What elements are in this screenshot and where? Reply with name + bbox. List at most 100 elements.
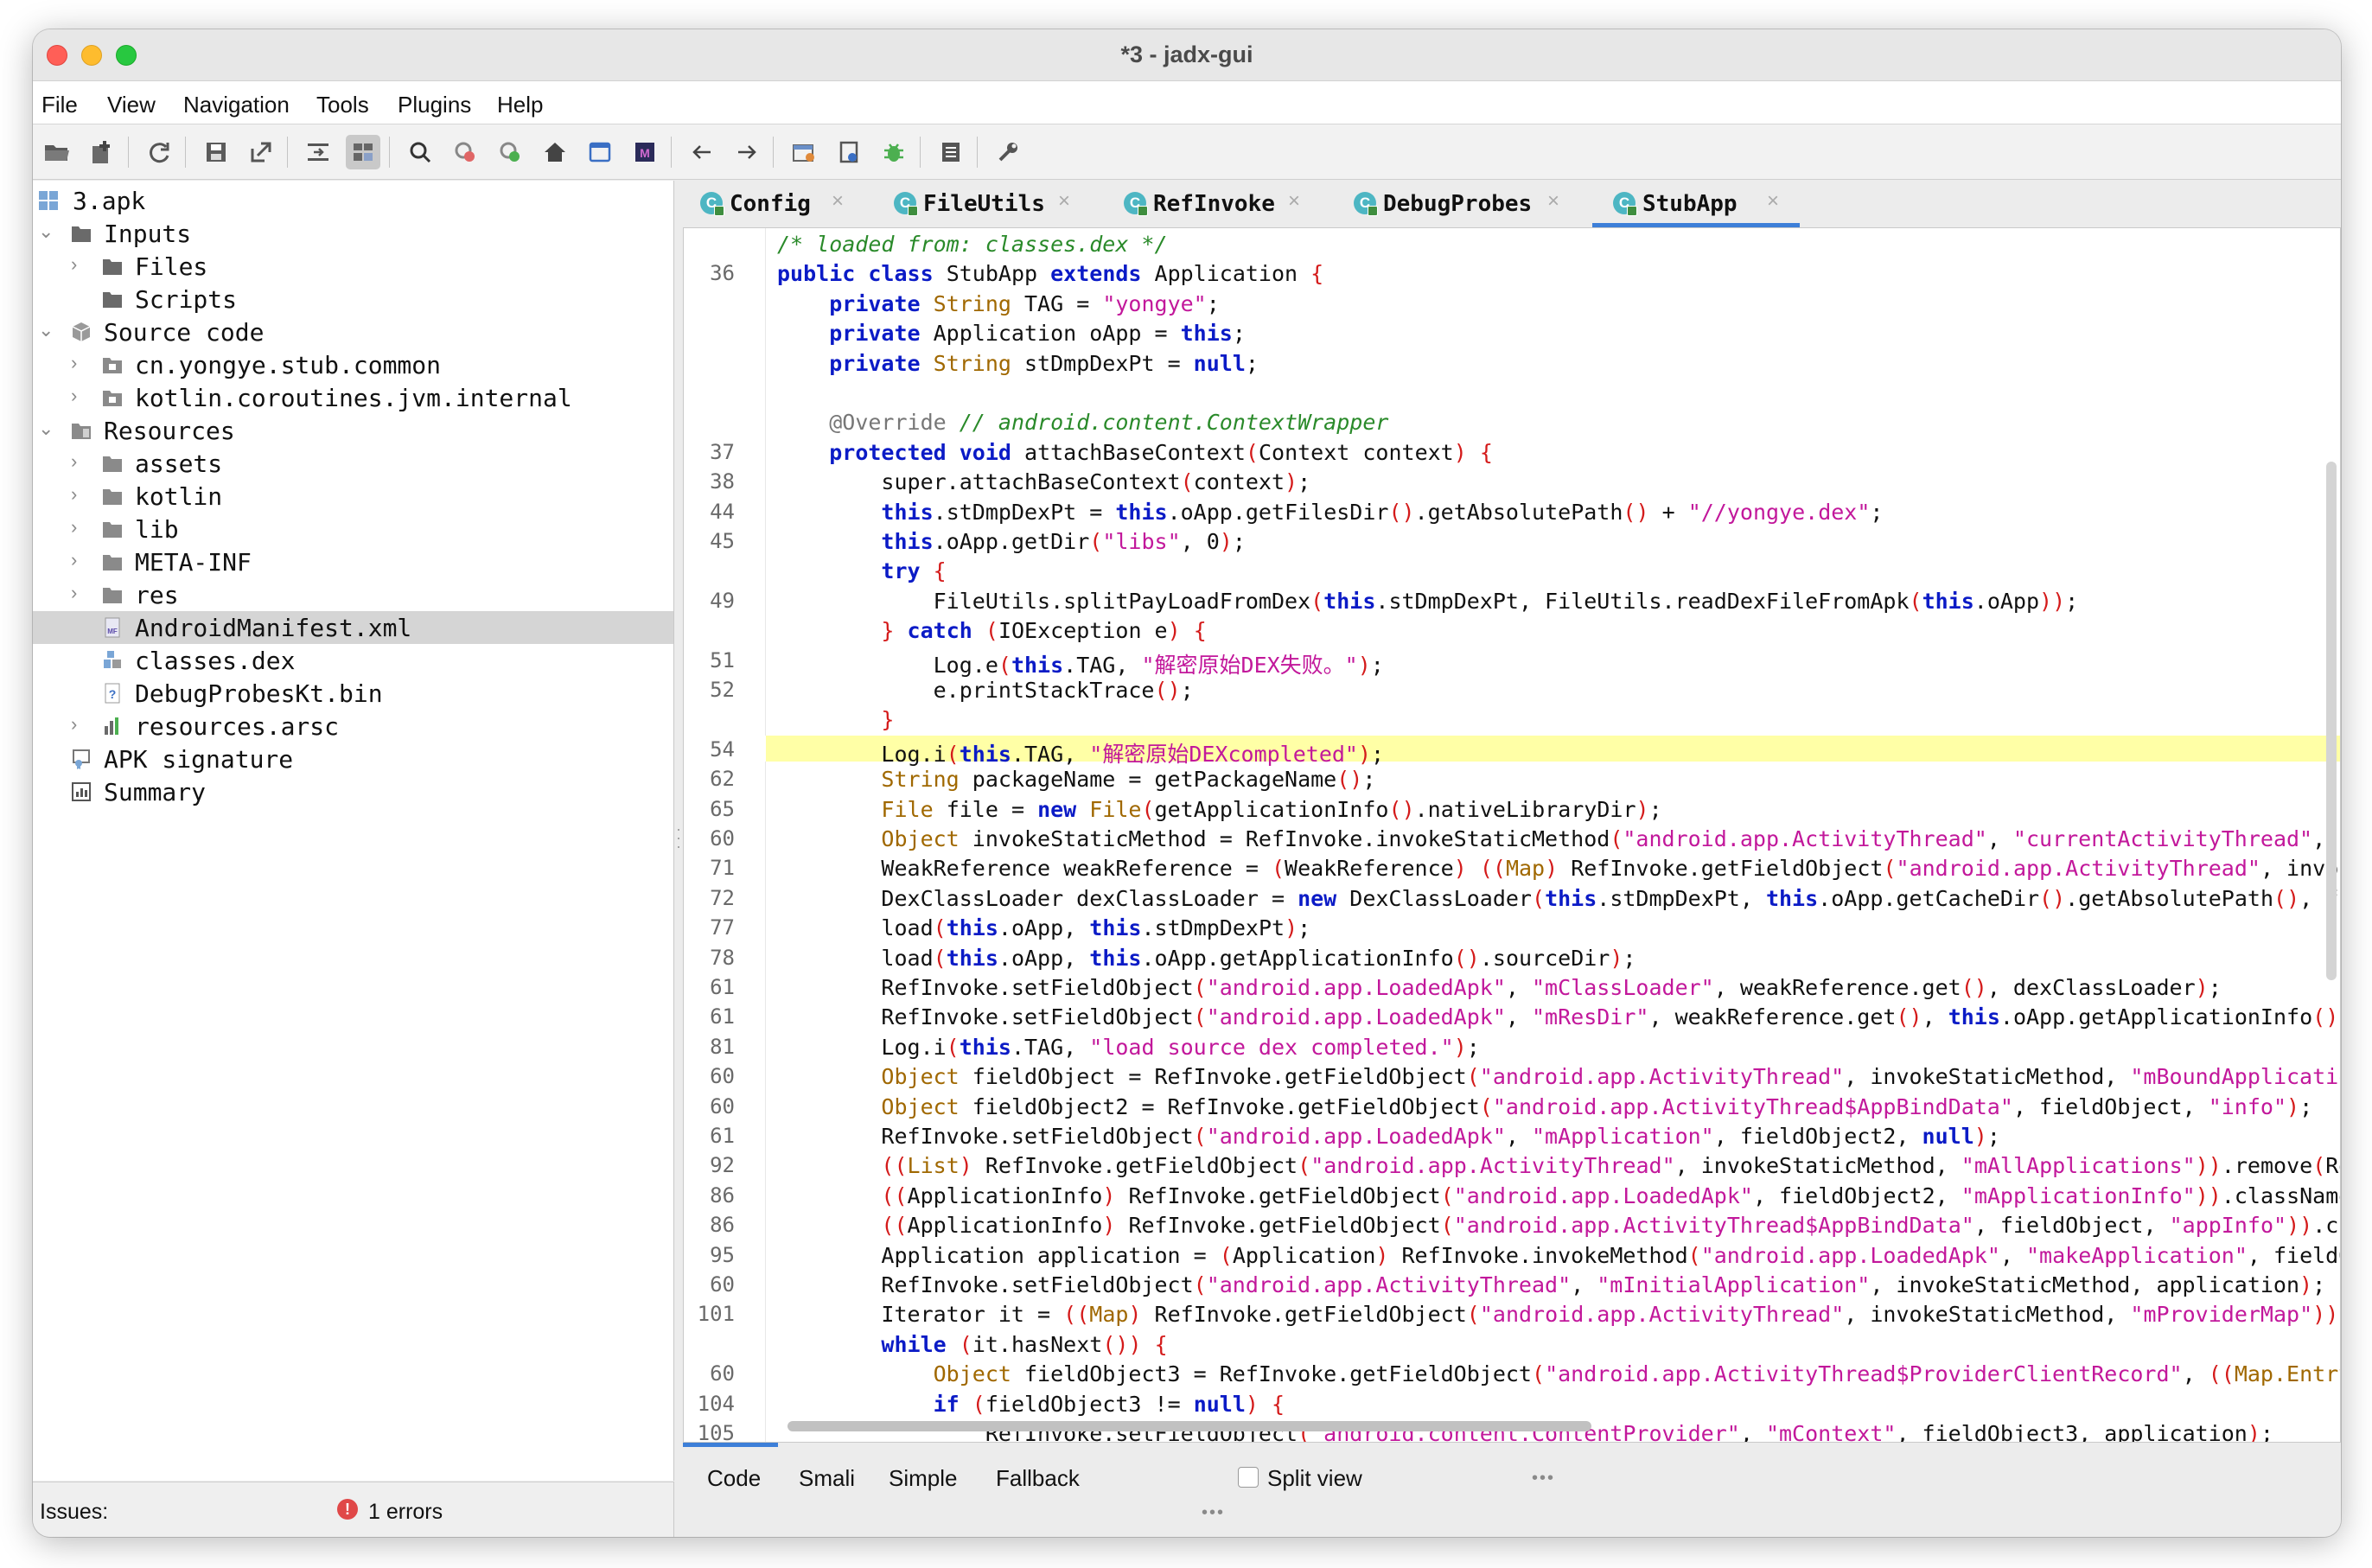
code-line[interactable]: 60 Object fieldObject3 = RefInvoke.getFi… bbox=[684, 1360, 2340, 1386]
tree-node-debugprobes[interactable]: ? DebugProbesKt.bin bbox=[33, 677, 673, 710]
tree-node-scripts[interactable]: Scripts bbox=[33, 283, 673, 316]
chevron-right-icon[interactable]: › bbox=[71, 253, 77, 276]
chevron-right-icon[interactable]: › bbox=[71, 385, 77, 407]
back-icon[interactable] bbox=[685, 135, 719, 169]
tab-close-icon[interactable]: × bbox=[1288, 189, 1300, 214]
code-line[interactable]: /* loaded from: classes.dex */ bbox=[684, 230, 2340, 257]
code-line[interactable] bbox=[684, 379, 2340, 405]
code-line[interactable]: 77 load(this.oApp, this.stDmpDexPt); bbox=[684, 914, 2340, 940]
code-line[interactable]: 92 ((List) RefInvoke.getFieldObject("and… bbox=[684, 1151, 2340, 1178]
code-line[interactable]: 60 Object fieldObject2 = RefInvoke.getFi… bbox=[684, 1093, 2340, 1119]
code-line[interactable]: while (it.hasNext()) { bbox=[684, 1330, 2340, 1357]
tab-fallback[interactable]: Fallback bbox=[996, 1465, 1080, 1492]
open-file-icon[interactable] bbox=[40, 135, 74, 169]
code-line[interactable]: 101 Iterator it = ((Map) RefInvoke.getFi… bbox=[684, 1300, 2340, 1327]
code-line[interactable]: 72 DexClassLoader dexClassLoader = new D… bbox=[684, 884, 2340, 911]
vertical-scrollbar[interactable] bbox=[2326, 462, 2337, 980]
code-line[interactable]: 71 WeakReference weakReference = (WeakRe… bbox=[684, 854, 2340, 881]
tree-node-files[interactable]: › Files bbox=[33, 250, 673, 283]
tree-node-root[interactable]: 3.apk bbox=[33, 184, 673, 217]
code-line[interactable]: 60 RefInvoke.setFieldObject("android.app… bbox=[684, 1271, 2340, 1297]
tree-node-manifest[interactable]: MF AndroidManifest.xml bbox=[33, 611, 673, 644]
tab-close-icon[interactable]: × bbox=[1547, 189, 1559, 214]
chevron-right-icon[interactable]: › bbox=[71, 516, 77, 539]
chevron-down-icon[interactable]: ⌄ bbox=[38, 319, 54, 341]
split-view-label[interactable]: Split view bbox=[1267, 1465, 1362, 1492]
tree-node-res[interactable]: › res bbox=[33, 578, 673, 611]
chevron-down-icon[interactable]: ⌄ bbox=[38, 220, 54, 243]
code-line[interactable]: 86 ((ApplicationInfo) RefInvoke.getField… bbox=[684, 1211, 2340, 1238]
code-line[interactable]: 65 File file = new File(getApplicationIn… bbox=[684, 795, 2340, 822]
code-line[interactable]: } bbox=[684, 705, 2340, 732]
tree-node-lib[interactable]: › lib bbox=[33, 513, 673, 545]
tab-smali[interactable]: Smali bbox=[799, 1465, 855, 1492]
quark-icon[interactable] bbox=[787, 135, 821, 169]
code-editor[interactable]: /* loaded from: classes.dex */ 36 public c… bbox=[683, 227, 2341, 1443]
chevron-down-icon[interactable]: ⌄ bbox=[38, 417, 54, 440]
code-line[interactable]: @Override // android.content.ContextWrap… bbox=[684, 408, 2340, 435]
code-line[interactable]: 36 public class StubApp extends Applicati… bbox=[684, 259, 2340, 286]
code-line[interactable]: 61 RefInvoke.setFieldObject("android.app… bbox=[684, 973, 2340, 1000]
errors-count[interactable]: 1 errors bbox=[368, 1500, 443, 1525]
code-line[interactable]: 44 this.stDmpDexPt = this.oApp.getFilesD… bbox=[684, 498, 2340, 525]
chevron-right-icon[interactable]: › bbox=[71, 483, 77, 506]
tree-node-classes[interactable]: classes.dex bbox=[33, 644, 673, 677]
tree-node-source-code[interactable]: ⌄ Source code bbox=[33, 316, 673, 348]
menu-navigation[interactable]: Navigation bbox=[183, 92, 290, 118]
code-line[interactable]: 81 Log.i(this.TAG, "load source dex comp… bbox=[684, 1033, 2340, 1060]
error-icon[interactable]: ! bbox=[337, 1499, 358, 1520]
menu-help[interactable]: Help bbox=[497, 92, 543, 118]
chevron-right-icon[interactable]: › bbox=[71, 352, 77, 374]
search-usage-icon[interactable] bbox=[448, 135, 482, 169]
tab-fileutils[interactable]: C FileUtils × bbox=[877, 181, 1086, 227]
code-line[interactable]: 61 RefInvoke.setFieldObject("android.app… bbox=[684, 1003, 2340, 1029]
code-line[interactable]: 49 FileUtils.splitPayLoadFromDex(this.st… bbox=[684, 587, 2340, 614]
tab-close-icon[interactable]: × bbox=[1058, 189, 1070, 214]
code-line[interactable]: 52 e.printStackTrace(); bbox=[684, 676, 2340, 703]
find-class-icon[interactable] bbox=[493, 135, 527, 169]
code-line[interactable]: 104 if (fieldObject3 != null) { bbox=[684, 1390, 2340, 1417]
tree-node-assets[interactable]: › assets bbox=[33, 447, 673, 480]
search-icon[interactable] bbox=[403, 135, 437, 169]
tree-node-package[interactable]: › kotlin.coroutines.jvm.internal bbox=[33, 381, 673, 414]
menu-plugins[interactable]: Plugins bbox=[398, 92, 471, 118]
project-tree[interactable]: 3.apk ⌄ Inputs › Files Scripts ⌄ Source … bbox=[33, 181, 674, 1481]
code-line[interactable]: 62 String packageName = getPackageName()… bbox=[684, 765, 2340, 792]
code-line[interactable]: 86 ((ApplicationInfo) RefInvoke.getField… bbox=[684, 1182, 2340, 1208]
code-line[interactable]: 95 Application application = (Applicatio… bbox=[684, 1241, 2340, 1268]
tab-close-icon[interactable]: × bbox=[1767, 189, 1779, 214]
chevron-right-icon[interactable]: › bbox=[71, 582, 77, 604]
show-console-icon[interactable] bbox=[583, 135, 617, 169]
code-line[interactable]: 45 this.oApp.getDir("libs", 0); bbox=[684, 527, 2340, 554]
tab-close-icon[interactable]: × bbox=[832, 189, 844, 214]
tab-refinvoke[interactable]: C RefInvoke × bbox=[1106, 181, 1316, 227]
log-viewer-icon[interactable] bbox=[934, 135, 968, 169]
code-line[interactable]: 61 RefInvoke.setFieldObject("android.app… bbox=[684, 1122, 2340, 1149]
sync-editor-icon[interactable] bbox=[301, 135, 335, 169]
tree-node-package[interactable]: › cn.yongye.stub.common bbox=[33, 348, 673, 381]
menu-file[interactable]: File bbox=[41, 92, 78, 118]
resize-handle[interactable]: ••• bbox=[1532, 1469, 1555, 1488]
code-line[interactable]: private String TAG = "yongye"; bbox=[684, 290, 2340, 316]
tree-node-summary[interactable]: Summary bbox=[33, 775, 673, 808]
flatten-packages-icon[interactable] bbox=[346, 135, 380, 169]
code-line[interactable]: private String stDmpDexPt = null; bbox=[684, 349, 2340, 376]
forward-icon[interactable] bbox=[730, 135, 764, 169]
tree-node-resources[interactable]: ⌄ Resources bbox=[33, 414, 673, 447]
export-icon[interactable] bbox=[244, 135, 278, 169]
chevron-right-icon[interactable]: › bbox=[71, 549, 77, 571]
tab-simple[interactable]: Simple bbox=[889, 1465, 957, 1492]
preferences-icon[interactable] bbox=[991, 135, 1025, 169]
menu-tools[interactable]: Tools bbox=[316, 92, 369, 118]
tab-code[interactable]: Code bbox=[707, 1465, 761, 1492]
code-line[interactable]: 51 Log.e(this.TAG, "解密原始DEX失败。"); bbox=[684, 647, 2340, 678]
code-line[interactable]: try { bbox=[684, 557, 2340, 583]
home-icon[interactable] bbox=[538, 135, 572, 169]
tree-node-meta-inf[interactable]: › META-INF bbox=[33, 545, 673, 578]
tab-stubapp[interactable]: C StubApp × bbox=[1592, 181, 1800, 227]
add-files-icon[interactable] bbox=[85, 135, 119, 169]
code-line[interactable]: 78 load(this.oApp, this.oApp.getApplicat… bbox=[684, 944, 2340, 971]
horizontal-scrollbar[interactable] bbox=[787, 1421, 1591, 1431]
tab-config[interactable]: C Config × bbox=[683, 181, 870, 227]
deobfuscation-icon[interactable]: M bbox=[628, 135, 662, 169]
